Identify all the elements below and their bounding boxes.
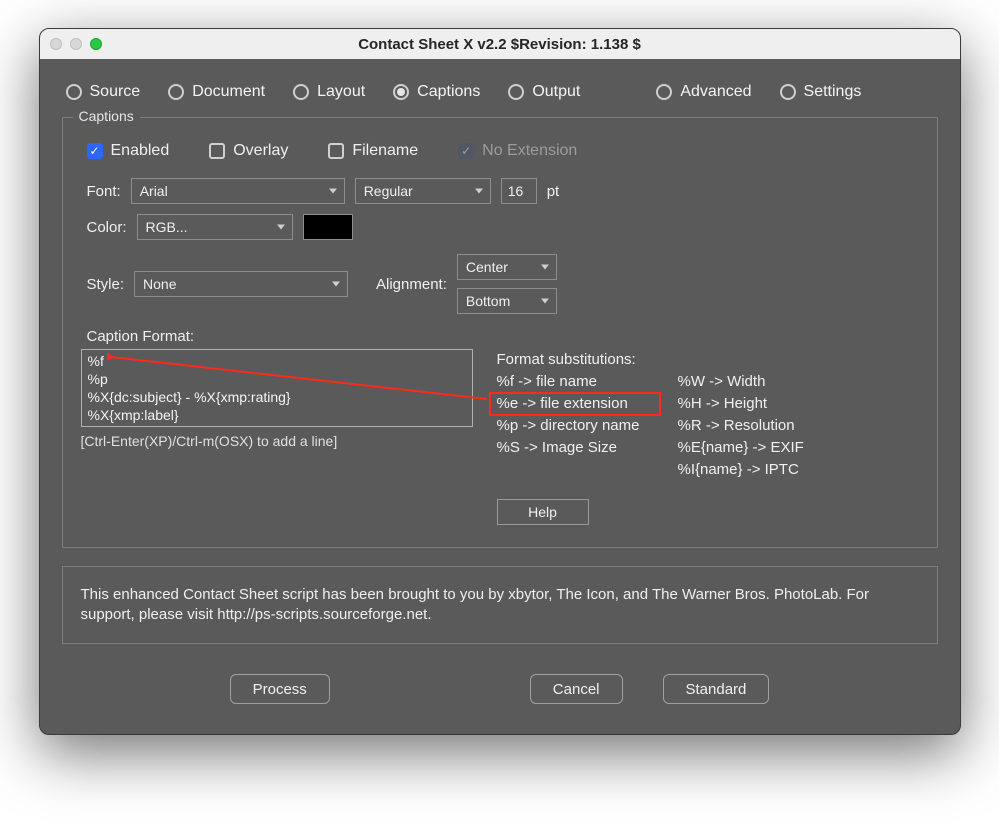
substitution-item: %I{name} -> IPTC — [677, 459, 803, 481]
tab-advanced-label: Advanced — [680, 83, 751, 101]
tab-source-label: Source — [90, 83, 141, 101]
caption-format-hint: [Ctrl-Enter(XP)/Ctrl-m(OSX) to add a lin… — [81, 433, 473, 449]
substitution-item: %p -> directory name — [497, 415, 640, 437]
tab-settings-label: Settings — [804, 83, 862, 101]
standard-button[interactable]: Standard — [663, 674, 770, 704]
window-zoom-icon[interactable] — [90, 38, 102, 50]
style-select[interactable]: None — [134, 271, 348, 297]
style-label: Style: — [87, 276, 125, 293]
tab-captions[interactable]: Captions — [393, 83, 480, 101]
alignment-h-select[interactable]: Center — [457, 254, 557, 280]
font-weight-select[interactable]: Regular — [355, 178, 491, 204]
tab-source[interactable]: Source — [66, 83, 141, 101]
tab-document-label: Document — [192, 83, 265, 101]
color-mode-select[interactable]: RGB... — [137, 214, 293, 240]
info-panel: This enhanced Contact Sheet script has b… — [62, 566, 938, 644]
window-close-icon[interactable] — [50, 38, 62, 50]
checkbox-filename-label: Filename — [352, 142, 418, 160]
alignment-v-select[interactable]: Bottom — [457, 288, 557, 314]
captions-panel: Captions ✓Enabled Overlay Filename ✓No E… — [62, 117, 938, 548]
checkbox-overlay-label: Overlay — [233, 142, 288, 160]
color-swatch[interactable] — [303, 214, 353, 240]
substitution-item: %f -> file name — [497, 371, 640, 393]
tab-document[interactable]: Document — [168, 83, 265, 101]
checkbox-enabled[interactable]: ✓Enabled — [87, 142, 170, 160]
tab-layout-label: Layout — [317, 83, 365, 101]
checkbox-enabled-label: Enabled — [111, 142, 170, 160]
substitution-item: %S -> Image Size — [497, 437, 640, 459]
info-text: This enhanced Contact Sheet script has b… — [81, 586, 870, 623]
substitution-item: %R -> Resolution — [677, 415, 803, 437]
titlebar: Contact Sheet X v2.2 $Revision: 1.138 $ — [40, 29, 960, 59]
font-size-input[interactable]: 16 — [501, 178, 537, 204]
tab-layout[interactable]: Layout — [293, 83, 365, 101]
cancel-button[interactable]: Cancel — [530, 674, 623, 704]
alignment-label: Alignment: — [376, 276, 447, 293]
substitution-item: %H -> Height — [677, 393, 803, 415]
substitutions-title: Format substitutions: — [497, 349, 640, 371]
substitution-item: %W -> Width — [677, 371, 803, 393]
font-family-select[interactable]: Arial — [131, 178, 345, 204]
help-button[interactable]: Help — [497, 499, 589, 525]
checkbox-no-extension: ✓No Extension — [458, 142, 577, 160]
tab-bar: Source Document Layout Captions Output A… — [62, 83, 938, 117]
tab-output-label: Output — [532, 83, 580, 101]
format-substitutions: Format substitutions: %f -> file name %e… — [497, 349, 804, 481]
dialog-buttons: Process Cancel Standard — [62, 674, 938, 710]
tab-captions-label: Captions — [417, 83, 480, 101]
tab-settings[interactable]: Settings — [780, 83, 862, 101]
caption-format-label: Caption Format: — [87, 328, 919, 345]
window-minimize-icon[interactable] — [70, 38, 82, 50]
tab-advanced[interactable]: Advanced — [656, 83, 751, 101]
window-title: Contact Sheet X v2.2 $Revision: 1.138 $ — [40, 36, 960, 53]
tab-output[interactable]: Output — [508, 83, 580, 101]
captions-legend: Captions — [73, 108, 140, 124]
substitution-item: %E{name} -> EXIF — [677, 437, 803, 459]
checkbox-overlay[interactable]: Overlay — [209, 142, 288, 160]
checkbox-no-extension-label: No Extension — [482, 142, 577, 160]
color-label: Color: — [87, 219, 127, 236]
process-button[interactable]: Process — [230, 674, 330, 704]
checkbox-filename[interactable]: Filename — [328, 142, 418, 160]
font-unit-label: pt — [547, 183, 560, 200]
dialog-window: Contact Sheet X v2.2 $Revision: 1.138 $ … — [39, 28, 961, 735]
substitution-item: %e -> file extension — [497, 393, 640, 415]
caption-format-textarea[interactable]: %f %p %X{dc:subject} - %X{xmp:rating} %X… — [81, 349, 473, 427]
font-label: Font: — [87, 183, 121, 200]
